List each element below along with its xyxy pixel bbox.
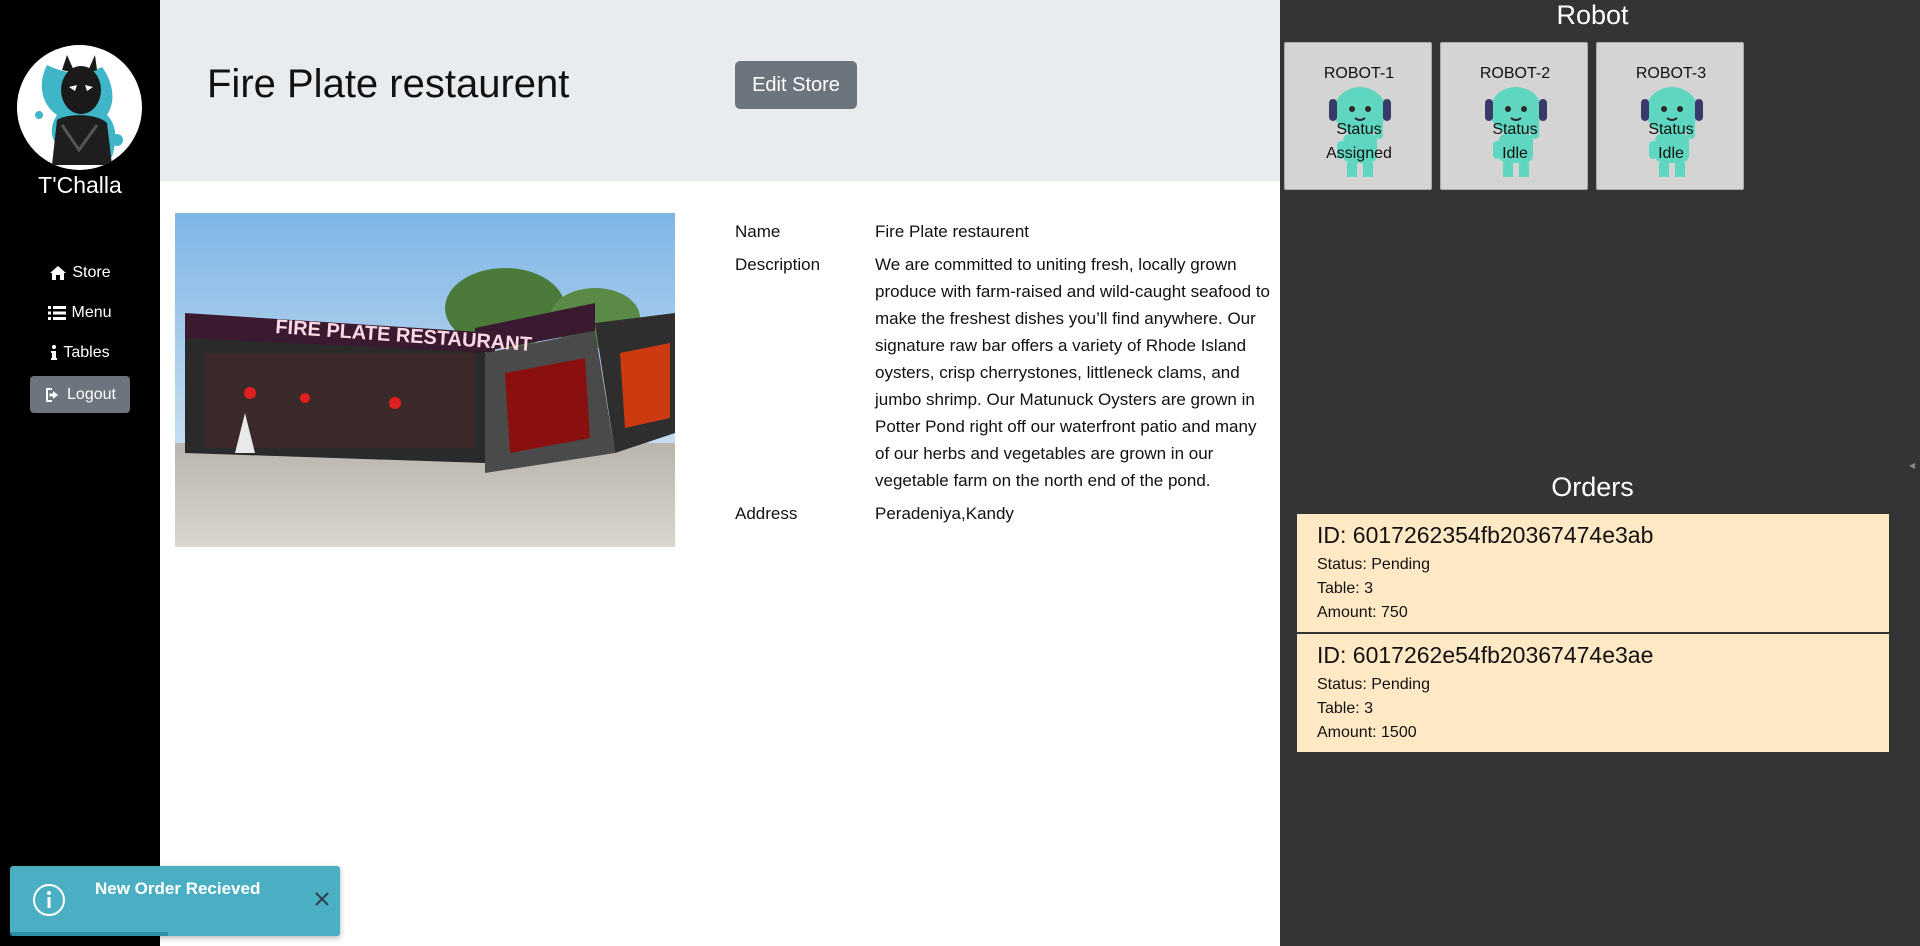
close-icon[interactable] <box>313 890 331 908</box>
order-id: ID: 6017262e54fb20367474e3ae <box>1317 642 1654 668</box>
nav-tables-label: Tables <box>63 344 110 361</box>
address-value: Peradeniya,Kandy <box>875 504 1014 523</box>
order-amount: Amount: 1500 <box>1317 724 1417 741</box>
robot-card[interactable]: ROBOT-3 Status Idle <box>1596 42 1744 190</box>
restaurant-photo: FIRE PLATE RESTAURANT <box>175 213 675 547</box>
order-amount: Amount: 750 <box>1317 604 1408 621</box>
sign-out-icon <box>46 387 59 402</box>
logout-label: Logout <box>67 385 116 403</box>
right-panel: Robot ROBOT-1 Status Assigned ROBOT-2 St… <box>1280 0 1920 946</box>
robot-name: ROBOT-1 <box>1323 65 1395 82</box>
robot-status-label: Status <box>1336 121 1382 138</box>
home-icon <box>50 266 67 280</box>
toast-message: New Order Recieved <box>95 879 261 898</box>
nav-menu[interactable]: Menu <box>30 297 130 329</box>
nav-store[interactable]: Store <box>30 257 130 289</box>
name-value: Fire Plate restaurent <box>875 222 1030 241</box>
edit-store-button[interactable]: Edit Store <box>735 61 857 109</box>
store-header: Fire Plate restaurent Edit Store <box>160 0 1280 181</box>
page-title: Fire Plate restaurent <box>207 62 570 106</box>
name-label: Name <box>735 222 781 241</box>
scroll-arrow-icon[interactable]: ◀ <box>1909 461 1917 470</box>
order-status: Status: Pending <box>1317 676 1430 693</box>
nav-menu-label: Menu <box>71 304 112 321</box>
list-icon <box>48 306 67 320</box>
info-icon <box>51 345 58 360</box>
avatar-image <box>17 45 141 169</box>
robot-status-label: Status <box>1492 121 1538 138</box>
info-icon <box>33 884 65 916</box>
robot-card[interactable]: ROBOT-1 Status Assigned <box>1284 42 1432 190</box>
robot-status: Idle <box>1502 145 1528 162</box>
store-details: Name Fire Plate restaurent Description W… <box>735 218 1275 533</box>
toast-notification: New Order Recieved <box>10 866 340 936</box>
order-status: Status: Pending <box>1317 556 1430 573</box>
robot-status-label: Status <box>1648 121 1694 138</box>
robot-status: Assigned <box>1326 145 1392 162</box>
description-value: We are committed to uniting fresh, local… <box>875 255 1270 490</box>
robot-name: ROBOT-2 <box>1479 65 1551 82</box>
nav-store-label: Store <box>72 264 111 281</box>
detail-row-address: Address Peradeniya,Kandy <box>735 500 1275 527</box>
logout-button[interactable]: Logout <box>30 376 130 413</box>
robot-status: Idle <box>1658 145 1684 162</box>
address-label: Address <box>735 504 798 523</box>
order-card[interactable]: ID: 6017262e54fb20367474e3ae Status: Pen… <box>1297 634 1889 752</box>
order-card[interactable]: ID: 6017262354fb20367474e3ab Status: Pen… <box>1297 514 1889 632</box>
store-image: FIRE PLATE RESTAURANT <box>175 213 675 547</box>
sidebar: T'Challa Store Menu Tables Logout <box>0 0 160 946</box>
robot-name: ROBOT-3 <box>1635 65 1707 82</box>
toast-progress-bar <box>10 932 169 936</box>
order-table: Table: 3 <box>1317 700 1374 717</box>
robot-card[interactable]: ROBOT-2 Status Idle <box>1440 42 1588 190</box>
detail-row-description: Description We are committed to uniting … <box>735 251 1275 494</box>
nav-tables[interactable]: Tables <box>30 337 130 369</box>
order-table: Table: 3 <box>1317 580 1374 597</box>
avatar <box>17 45 142 170</box>
order-id: ID: 6017262354fb20367474e3ab <box>1317 522 1654 548</box>
username: T'Challa <box>38 172 122 198</box>
detail-row-name: Name Fire Plate restaurent <box>735 218 1275 245</box>
description-label: Description <box>735 255 821 274</box>
orders-panel-title: Orders <box>1551 472 1634 502</box>
robot-panel-title: Robot <box>1556 0 1629 30</box>
